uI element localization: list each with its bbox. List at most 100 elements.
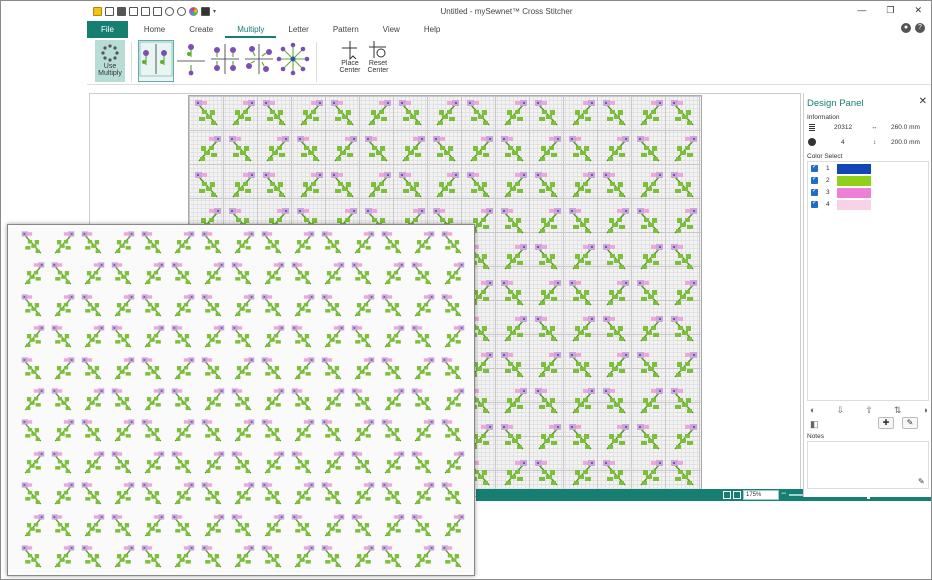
pattern-motif <box>497 97 531 133</box>
color-row[interactable]: 2 <box>810 175 928 186</box>
color-number: 2 <box>826 177 830 184</box>
flower-motif-icon <box>24 262 45 285</box>
flower-motif-icon <box>606 424 629 450</box>
pattern-motif <box>531 421 565 457</box>
pattern-motif <box>225 169 259 205</box>
zoom-out-button[interactable]: − <box>781 488 786 498</box>
pattern-motif <box>667 241 701 277</box>
flower-motif-icon <box>264 325 285 348</box>
sort-colors-icon[interactable]: ⇅ <box>894 405 902 416</box>
community-icon[interactable]: ● <box>901 23 911 33</box>
pattern-motif <box>108 323 138 354</box>
color-row[interactable]: 3 <box>810 187 928 198</box>
flower-motif-icon <box>21 419 42 442</box>
multiply-mode-mirror-vertical-button[interactable] <box>174 40 208 82</box>
pattern-motif <box>408 512 438 543</box>
tab-view[interactable]: View <box>371 21 412 38</box>
tab-multiply[interactable]: Multiply <box>225 21 277 38</box>
help-icon[interactable]: ? <box>915 23 925 33</box>
flower-motif-icon <box>234 545 255 568</box>
move-down-icon[interactable]: ⇩ <box>837 405 845 416</box>
pattern-motif <box>395 133 429 169</box>
pattern-motif <box>599 277 633 313</box>
color-checkbox[interactable] <box>811 163 818 172</box>
color-checkbox[interactable] <box>811 175 818 184</box>
color-row[interactable]: 1 <box>810 163 928 174</box>
pattern-motif <box>667 277 701 313</box>
tab-pattern[interactable]: Pattern <box>321 21 371 38</box>
multiply-mode-kaleidoscope-button[interactable] <box>276 40 310 82</box>
pattern-motif <box>138 512 168 543</box>
color-swatch[interactable] <box>837 164 871 174</box>
flower-motif-icon <box>324 513 345 536</box>
pattern-motif <box>288 543 318 574</box>
color-merge-icon[interactable]: ◐ <box>810 405 815 416</box>
notes-textarea[interactable] <box>807 441 929 489</box>
multiply-mode-repeat-button[interactable] <box>138 40 174 82</box>
pattern-motif <box>48 543 78 574</box>
flower-motif-icon <box>114 545 135 568</box>
reset-center-button[interactable]: Reset Center <box>365 40 391 82</box>
tab-letter[interactable]: Letter <box>276 21 320 38</box>
color-row[interactable]: 4 <box>810 199 928 210</box>
zoom-all-icon[interactable] <box>733 491 741 499</box>
flower-motif-icon <box>324 451 345 474</box>
multiply-mode-mirror-quad-button[interactable] <box>208 40 242 82</box>
pattern-motif <box>408 292 438 323</box>
width-icon: ↔ <box>871 124 878 131</box>
pattern-motif <box>497 457 531 493</box>
pattern-motif <box>408 417 438 448</box>
pattern-motif <box>633 169 667 205</box>
pattern-motif <box>138 543 168 574</box>
flower-motif-icon <box>603 316 626 342</box>
pattern-motif <box>408 386 438 417</box>
color-replace-icon[interactable]: ◑ <box>923 405 928 416</box>
color-swatch[interactable] <box>837 176 871 186</box>
color-swatch[interactable] <box>837 188 871 198</box>
tab-create[interactable]: Create <box>177 21 225 38</box>
eyedropper-button[interactable]: ✎ <box>902 417 918 429</box>
color-select-list[interactable]: 1 2 3 4 <box>807 161 929 401</box>
multiply-mode-rotate-quad-button[interactable] <box>242 40 276 82</box>
flower-motif-icon <box>671 100 694 126</box>
notes-edit-icon[interactable]: ✎ <box>918 477 925 486</box>
flower-motif-icon <box>535 100 558 126</box>
flower-motif-icon <box>51 451 72 474</box>
flower-motif-icon <box>504 316 527 342</box>
tab-home[interactable]: Home <box>132 21 177 38</box>
minimize-button[interactable]: — <box>857 5 866 16</box>
flower-motif-icon <box>141 356 162 380</box>
design-panel-close-button[interactable]: ✕ <box>919 96 927 107</box>
zoom-to-fit-icon[interactable] <box>723 491 731 499</box>
pattern-motif <box>168 480 198 511</box>
pattern-motif <box>531 313 565 349</box>
pattern-motif <box>18 292 48 323</box>
move-up-icon[interactable]: ⇧ <box>865 405 873 416</box>
flower-motif-icon <box>354 419 375 442</box>
flower-motif-icon <box>171 513 192 536</box>
tab-help[interactable]: Help <box>412 21 452 38</box>
close-button[interactable]: ✕ <box>914 5 922 16</box>
design-panel: Design Panel ✕ Information 20312 ↔ 260.0… <box>803 93 931 497</box>
pattern-motif <box>565 169 599 205</box>
pattern-motif <box>531 133 565 169</box>
tab-file[interactable]: File <box>87 21 128 38</box>
flower-motif-icon <box>671 172 694 198</box>
flower-motif-icon <box>671 388 694 414</box>
pattern-motif <box>168 512 198 543</box>
use-multiply-button[interactable]: Use Multiply <box>95 40 125 82</box>
pattern-motif <box>599 97 633 133</box>
add-color-button[interactable]: ✚ <box>878 417 894 429</box>
flower-motif-icon <box>354 231 375 254</box>
zoom-level-field[interactable]: 175% <box>743 490 779 500</box>
pattern-motif <box>48 480 78 511</box>
flower-motif-icon <box>21 231 42 254</box>
pattern-motif <box>565 421 599 457</box>
color-checkbox[interactable] <box>811 199 818 208</box>
pattern-motif <box>191 169 225 205</box>
color-checkbox[interactable] <box>811 187 818 196</box>
color-swatch[interactable] <box>837 200 871 210</box>
restore-button[interactable]: ❐ <box>886 5 894 16</box>
place-center-button[interactable]: Place Center <box>337 40 363 82</box>
flower-motif-icon <box>501 352 524 378</box>
